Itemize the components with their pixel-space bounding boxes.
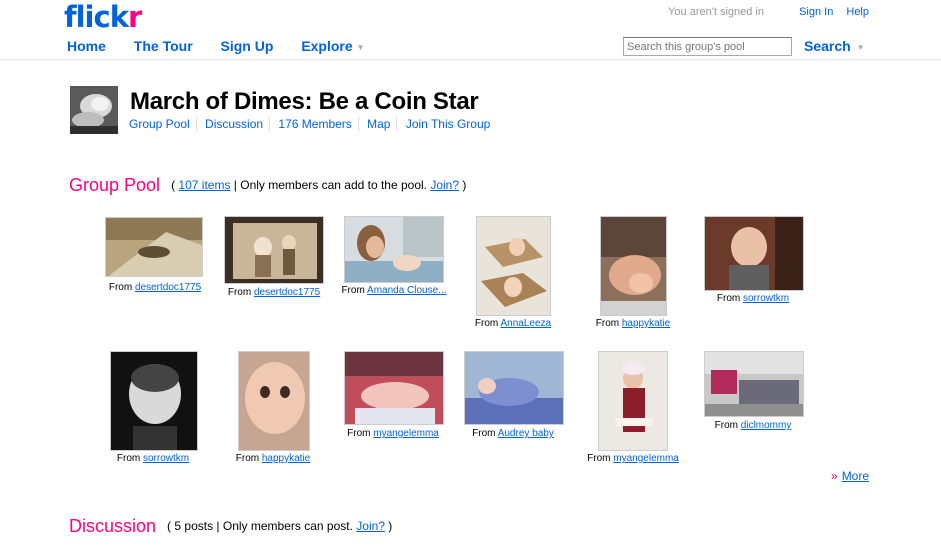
pool-photo[interactable] bbox=[704, 216, 805, 296]
photo-caption: From desertdoc1775 bbox=[108, 282, 202, 293]
account-links: You aren't signed in Sign In Help bbox=[668, 6, 869, 18]
pool-photo[interactable] bbox=[238, 351, 311, 456]
group-title: March of Dimes: Be a Coin Star bbox=[130, 88, 479, 115]
photo-caption: From happykatie bbox=[595, 318, 671, 329]
discussion-link[interactable]: Discussion bbox=[205, 117, 271, 131]
pool-photo[interactable] bbox=[105, 217, 204, 282]
photo-thumbnail[interactable] bbox=[105, 217, 204, 278]
photo-thumbnail[interactable] bbox=[238, 351, 311, 452]
photo-thumbnail[interactable] bbox=[464, 351, 565, 426]
photo-owner-link[interactable]: happykatie bbox=[262, 453, 310, 464]
more-photos: » More bbox=[831, 469, 869, 483]
chevron-down-icon[interactable]: ▼ bbox=[857, 43, 865, 52]
nav-explore[interactable]: Explore ▼ bbox=[301, 38, 388, 54]
photo-caption: From Audrey baby bbox=[472, 428, 554, 439]
nav-home[interactable]: Home bbox=[67, 38, 106, 54]
photo-owner-link[interactable]: desertdoc1775 bbox=[135, 282, 201, 293]
photo-caption: From Amanda Clouse... bbox=[341, 285, 447, 296]
photo-owner-link[interactable]: AnnaLeeza bbox=[500, 318, 551, 329]
discussion-meta: ( 5 posts | Only members can post. Join?… bbox=[167, 519, 393, 533]
pool-photo[interactable] bbox=[344, 216, 445, 288]
photo-caption: From desertdoc1775 bbox=[227, 287, 321, 298]
sign-in-link[interactable]: Sign In bbox=[799, 6, 833, 18]
photo-caption: From myangelemma bbox=[587, 453, 679, 464]
members-link[interactable]: 176 Members bbox=[278, 117, 359, 131]
photo-caption: From AnnaLeeza bbox=[474, 318, 552, 329]
pool-photo[interactable] bbox=[344, 351, 445, 430]
chevron-down-icon[interactable]: ▼ bbox=[357, 43, 365, 52]
discussion-heading: Discussion ( 5 posts | Only members can … bbox=[69, 516, 393, 536]
photo-thumbnail[interactable] bbox=[600, 216, 668, 317]
photo-caption: From happykatie bbox=[235, 453, 311, 464]
photo-caption: From diclmommy bbox=[714, 420, 792, 431]
photo-thumbnail[interactable] bbox=[110, 351, 199, 452]
nav-sign-up[interactable]: Sign Up bbox=[221, 38, 274, 54]
photo-caption: From myangelemma bbox=[347, 428, 439, 439]
double-chevron-right-icon: » bbox=[831, 469, 838, 483]
search-input[interactable] bbox=[623, 37, 792, 56]
nav-the-tour[interactable]: The Tour bbox=[134, 38, 193, 54]
signin-status: You aren't signed in bbox=[668, 6, 764, 18]
pool-photo[interactable] bbox=[598, 351, 669, 456]
pool-photo[interactable] bbox=[110, 351, 199, 456]
group-pool-heading: Group Pool ( 107 items | Only members ca… bbox=[69, 175, 467, 195]
photo-thumbnail[interactable] bbox=[344, 351, 445, 426]
pool-photo[interactable] bbox=[224, 216, 325, 289]
group-pool-link[interactable]: Group Pool bbox=[129, 117, 197, 131]
photo-owner-link[interactable]: desertdoc1775 bbox=[254, 287, 320, 298]
photo-caption: From sorrowtkm bbox=[716, 293, 790, 304]
group-links: Group Pool Discussion 176 Members Map Jo… bbox=[129, 117, 501, 131]
map-link[interactable]: Map bbox=[367, 117, 398, 131]
photo-owner-link[interactable]: Amanda Clouse... bbox=[367, 285, 447, 296]
pool-count-link[interactable]: 107 items bbox=[178, 178, 230, 192]
photo-owner-link[interactable]: sorrowtkm bbox=[743, 293, 789, 304]
pool-meta: ( 107 items | Only members can add to th… bbox=[171, 178, 467, 192]
main-nav-bar: Home The Tour Sign Up Explore▼ Search▼ bbox=[0, 32, 941, 60]
photo-owner-link[interactable]: myangelemma bbox=[613, 453, 679, 464]
pool-photo[interactable] bbox=[704, 351, 805, 422]
main-nav: Home The Tour Sign Up Explore ▼ bbox=[67, 38, 413, 54]
photo-thumbnail[interactable] bbox=[224, 216, 325, 285]
photo-caption: From sorrowtkm bbox=[116, 453, 190, 464]
more-link[interactable]: More bbox=[842, 469, 869, 483]
discussion-join-link[interactable]: Join? bbox=[356, 519, 385, 533]
pool-join-link[interactable]: Join? bbox=[430, 178, 459, 192]
flickr-logo[interactable]: flickr bbox=[64, 0, 142, 34]
photo-owner-link[interactable]: sorrowtkm bbox=[143, 453, 189, 464]
photo-owner-link[interactable]: Audrey baby bbox=[498, 428, 554, 439]
baby-hands-image bbox=[70, 86, 118, 134]
photo-owner-link[interactable]: diclmommy bbox=[741, 420, 792, 431]
photo-owner-link[interactable]: happykatie bbox=[622, 318, 670, 329]
photo-thumbnail[interactable] bbox=[704, 216, 805, 292]
pool-photo[interactable] bbox=[464, 351, 565, 430]
pool-photo[interactable] bbox=[476, 216, 552, 321]
help-link[interactable]: Help bbox=[846, 6, 869, 18]
photo-owner-link[interactable]: myangelemma bbox=[373, 428, 439, 439]
search-button[interactable]: Search ▼ bbox=[804, 38, 865, 54]
photo-thumbnail[interactable] bbox=[598, 351, 669, 452]
group-avatar[interactable] bbox=[70, 86, 118, 134]
photo-thumbnail[interactable] bbox=[704, 351, 805, 418]
photo-thumbnail[interactable] bbox=[344, 216, 445, 284]
photo-thumbnail[interactable] bbox=[476, 216, 552, 317]
join-group-link[interactable]: Join This Group bbox=[406, 117, 497, 131]
pool-photo[interactable] bbox=[600, 216, 668, 321]
